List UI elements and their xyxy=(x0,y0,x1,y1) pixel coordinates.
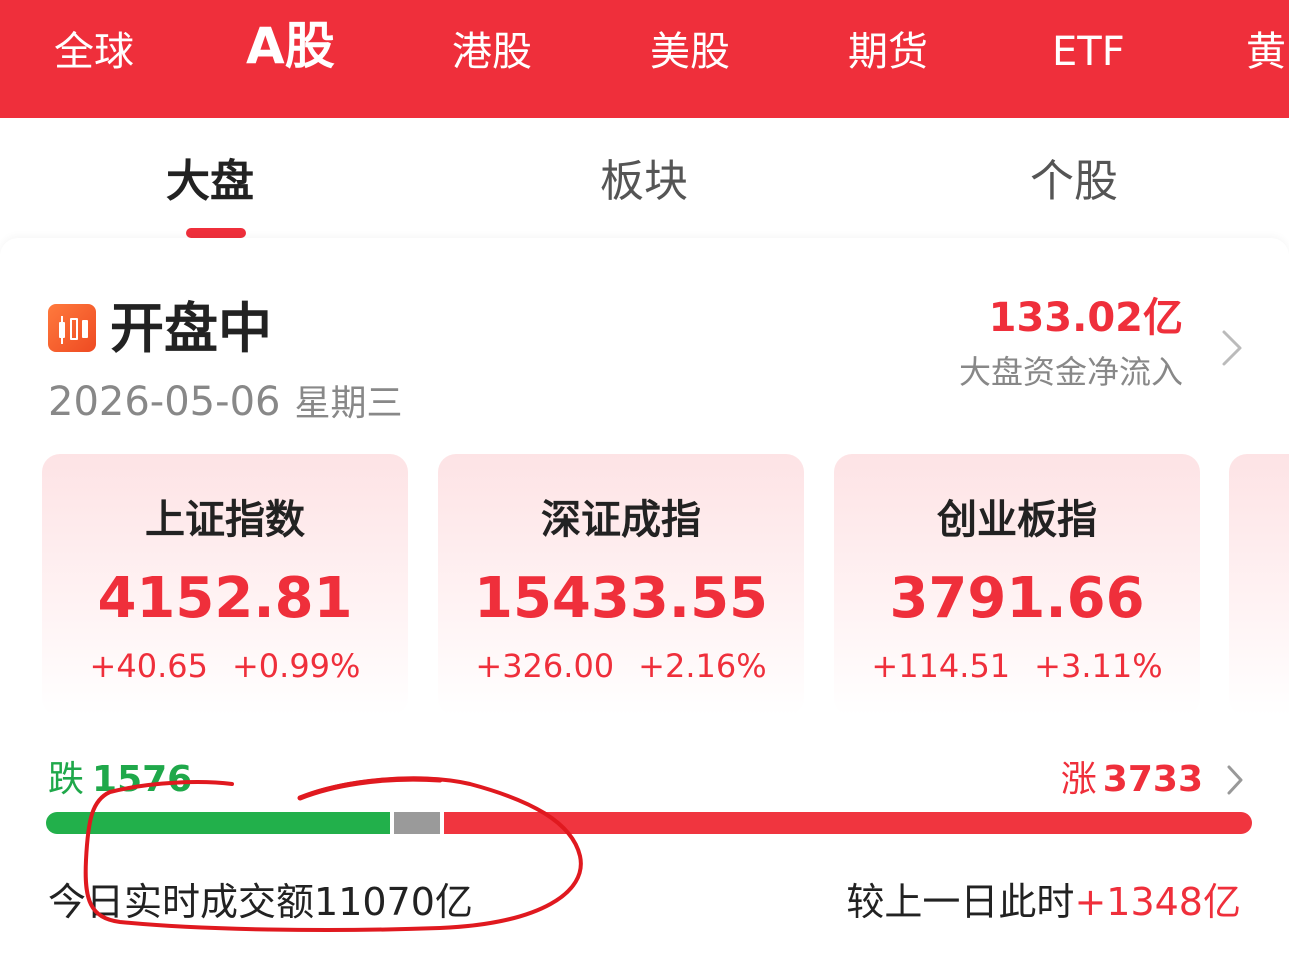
index-name: 创业板指 xyxy=(937,497,1097,543)
chevron-right-icon[interactable] xyxy=(1224,762,1246,798)
index-changes: +40.65 +0.99% xyxy=(42,646,408,686)
date-value: 2026-05-06 xyxy=(48,379,281,425)
index-change: +326.00 xyxy=(475,647,615,685)
decline-segment xyxy=(46,812,390,834)
tab-market-overview[interactable]: 大盘 xyxy=(166,156,254,208)
market-status: 开盘中 xyxy=(110,297,272,360)
tab-us-stocks[interactable]: 美股 xyxy=(650,28,730,76)
index-change: +114.51 xyxy=(871,647,1011,685)
tab-sectors[interactable]: 板块 xyxy=(600,156,688,208)
tab-hk-stocks[interactable]: 港股 xyxy=(452,28,532,76)
index-change: +40.65 xyxy=(89,647,208,685)
candlestick-icon xyxy=(48,304,96,352)
index-card-shanghai[interactable]: 上证指数 4152.81 +40.65 +0.99% xyxy=(42,454,408,716)
index-percent: +3.11% xyxy=(1034,647,1163,685)
fall-label: 跌 xyxy=(48,759,85,800)
turnover-amount: 11070 xyxy=(314,880,435,924)
tab-gold[interactable]: 黄 xyxy=(1246,28,1286,76)
compare-delta: +1348 xyxy=(1074,880,1203,924)
tab-a-shares[interactable]: A股 xyxy=(246,18,335,74)
index-card-chinext[interactable]: 创业板指 3791.66 +114.51 +3.11% xyxy=(834,454,1200,716)
tab-etf[interactable]: ETF xyxy=(1052,28,1125,76)
advance-decline-bar xyxy=(46,812,1252,834)
index-name: 上证指数 xyxy=(145,497,305,543)
active-tab-indicator xyxy=(186,228,246,238)
index-value: 15433.55 xyxy=(473,566,769,631)
rise-count: 3733 xyxy=(1102,759,1203,800)
compare-unit: 亿 xyxy=(1202,880,1241,924)
turnover-summary: 今日实时成交额11070亿 xyxy=(48,878,473,926)
unchanged-segment xyxy=(393,812,440,834)
index-name: 深证成指 xyxy=(541,497,701,543)
index-card-shenzhen[interactable]: 深证成指 15433.55 +326.00 +2.16% xyxy=(438,454,804,716)
advance-segment xyxy=(443,812,1252,834)
index-percent: +0.99% xyxy=(231,647,361,685)
index-value: 3791.66 xyxy=(889,566,1145,631)
chevron-right-icon[interactable] xyxy=(1218,326,1246,370)
fall-count: 1576 xyxy=(92,759,193,800)
index-card-partial[interactable] xyxy=(1229,454,1289,716)
fund-flow-label[interactable]: 大盘资金净流入 xyxy=(959,352,1183,392)
tab-futures[interactable]: 期货 xyxy=(848,28,928,76)
weekday: 星期三 xyxy=(294,383,403,424)
trading-date: 2026-05-06 星期三 xyxy=(48,376,402,430)
decliners-count: 跌 1576 xyxy=(48,758,192,802)
rise-label: 涨 xyxy=(1060,759,1097,800)
advancers-count[interactable]: 涨 3733 xyxy=(1061,758,1203,802)
tab-global[interactable]: 全球 xyxy=(54,28,134,76)
sub-tab-bar: 大盘 板块 个股 xyxy=(0,118,1289,240)
compare-label: 较上一日此时 xyxy=(846,880,1075,924)
market-tab-bar: 全球 A股 港股 美股 期货 ETF 黄 xyxy=(0,0,1289,118)
index-value: 4152.81 xyxy=(97,566,353,631)
index-changes: +114.51 +3.11% xyxy=(834,646,1200,686)
turnover-label: 今日实时成交额 xyxy=(48,880,315,924)
turnover-compare: 较上一日此时+1348亿 xyxy=(846,878,1241,926)
turnover-unit: 亿 xyxy=(434,880,473,924)
index-percent: +2.16% xyxy=(638,647,767,685)
index-changes: +326.00 +2.16% xyxy=(438,646,804,686)
tab-individual-stocks[interactable]: 个股 xyxy=(1030,156,1118,208)
fund-flow-amount[interactable]: 133.02亿 xyxy=(989,294,1183,342)
